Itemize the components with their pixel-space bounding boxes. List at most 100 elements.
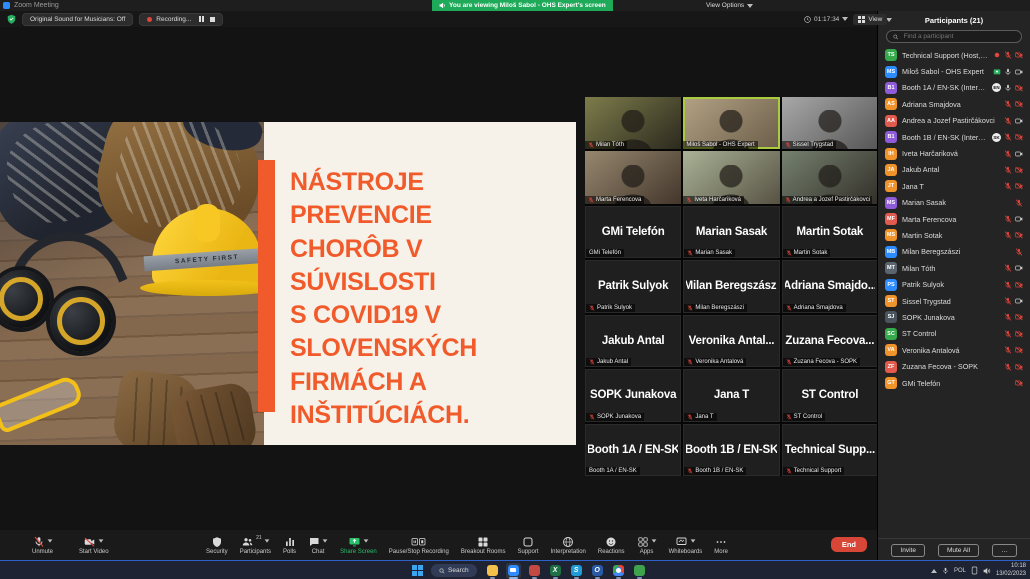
language-indicator[interactable]: POL — [954, 568, 966, 574]
meeting-timer[interactable]: 01:17:34 — [804, 16, 848, 23]
toolbar-breakout-rooms-button[interactable]: Breakout Rooms — [455, 535, 512, 555]
muted-mic-icon — [687, 468, 693, 474]
outlook-icon[interactable]: O — [590, 563, 605, 579]
video-tile[interactable]: Andrea a Jozef Pastirčákovci — [782, 151, 878, 203]
participant-row[interactable]: TS Technical Support (Host, me) — [878, 47, 1030, 63]
search-input[interactable] — [902, 32, 1015, 41]
mute-all-button[interactable]: Mute All — [938, 544, 979, 557]
meeting-shield-icon[interactable] — [7, 14, 16, 24]
participant-row[interactable]: GT GMi Telefón — [878, 375, 1030, 391]
toolbar-interpretation-button[interactable]: Interpretation — [545, 535, 592, 555]
ear-muff-image — [0, 270, 50, 328]
speaker-icon[interactable] — [983, 567, 991, 575]
skype-icon[interactable]: S — [569, 563, 584, 579]
toolbar-share-screen-button[interactable]: Share Screen — [334, 535, 383, 555]
participant-row[interactable]: AA Andrea a Jozef Pastirčákovci — [878, 113, 1030, 129]
participant-row[interactable]: JA Jakub Antal — [878, 162, 1030, 178]
video-tile[interactable]: Marian Sasak Marian Sasak — [683, 206, 779, 258]
video-tile[interactable]: Booth 1B / EN-SK Booth 1B / EN-SK — [683, 424, 779, 476]
taskbar-search[interactable]: Search — [431, 564, 477, 577]
device-icon[interactable] — [971, 566, 978, 575]
notes-app-icon[interactable] — [632, 563, 647, 579]
participant-row[interactable]: B1 Booth 1A / EN-SK (Interpreter) EN — [878, 80, 1030, 96]
participant-row[interactable]: VA Veronika Antalová — [878, 342, 1030, 358]
video-tile[interactable]: SOPK Junakova SOPK Junakova — [585, 369, 681, 421]
video-tile[interactable]: Jana T Jana T — [683, 369, 779, 421]
participant-row[interactable]: MS Marian Sasak — [878, 195, 1030, 211]
participant-name: Miloš Sabol - OHS Expert — [902, 67, 988, 76]
participant-row[interactable]: SJ SOPK Junakova — [878, 309, 1030, 325]
participant-row[interactable]: AS Adriana Smajdova — [878, 96, 1030, 112]
toolbar-reactions-button[interactable]: Reactions — [592, 535, 631, 555]
video-tile[interactable]: Sissel Trygstad — [782, 97, 878, 149]
original-sound-toggle[interactable]: Original Sound for Musicians: Off — [22, 13, 133, 26]
video-tile[interactable]: Zuzana Fecova... Zuzana Fecova - SOPK — [782, 315, 878, 367]
media-app-icon[interactable] — [527, 563, 542, 579]
more-options-button[interactable]: … — [992, 544, 1017, 557]
participant-row[interactable]: IH Iveta Harčariková — [878, 145, 1030, 161]
participant-row[interactable]: MT Milan Tóth — [878, 260, 1030, 276]
participant-row[interactable]: PS Patrik Sulyok — [878, 276, 1030, 292]
video-tile[interactable]: Booth 1A / EN-SK Booth 1A / EN-SK — [585, 424, 681, 476]
chevron-down-icon — [747, 4, 753, 8]
view-options-button[interactable]: View Options — [700, 0, 759, 11]
video-tile[interactable]: Martin Sotak Martin Sotak — [782, 206, 878, 258]
zoom-icon[interactable] — [506, 563, 521, 579]
participant-row[interactable]: MS Miloš Sabol - OHS Expert — [878, 63, 1030, 79]
tile-name-label: Iveta Harčariková — [683, 196, 744, 204]
video-tile[interactable]: Milan Tóth — [585, 97, 681, 149]
video-tile[interactable]: Veronika Antal... Veronika Antalová — [683, 315, 779, 367]
start-button-icon[interactable] — [412, 565, 423, 576]
video-tile[interactable]: Iveta Harčariková — [683, 151, 779, 203]
toolbar-participants-button[interactable]: 21 Participants — [234, 535, 277, 555]
video-tile[interactable]: Technical Supp... Technical Support — [782, 424, 878, 476]
participant-row[interactable]: SC ST Control — [878, 326, 1030, 342]
end-meeting-button[interactable]: End — [831, 537, 867, 552]
pause-recording-icon[interactable] — [199, 16, 204, 22]
excel-icon[interactable]: X — [548, 563, 563, 579]
video-tile[interactable]: Jakub Antal Jakub Antal — [585, 315, 681, 367]
toolbar-whiteboards-button[interactable]: Whiteboards — [663, 535, 709, 555]
view-layout-button[interactable]: View — [853, 14, 887, 25]
invite-button[interactable]: Invite — [891, 544, 925, 557]
video-tile[interactable]: Miloš Sabol - OHS Expert — [683, 97, 779, 149]
stop-recording-icon[interactable] — [210, 17, 215, 22]
chevron-icon[interactable] — [264, 539, 269, 542]
tray-mic-icon[interactable] — [942, 567, 949, 575]
participant-name: Adriana Smajdova — [902, 100, 999, 109]
video-tile[interactable]: Milan Beregszászi Milan Beregszászi — [683, 260, 779, 312]
video-tile[interactable]: Marta Ferencova — [585, 151, 681, 203]
video-tile[interactable]: ST Control ST Control — [782, 369, 878, 421]
participant-row[interactable]: MF Marta Ferencova — [878, 211, 1030, 227]
taskbar-clock[interactable]: 10:18 13/02/2023 — [996, 563, 1026, 577]
toolbar-start-video-button[interactable]: Start Video — [73, 535, 115, 555]
participant-search-box[interactable] — [886, 30, 1022, 43]
tray-chevron-up-icon[interactable] — [931, 569, 937, 573]
toolbar-support-button[interactable]: Support — [512, 535, 545, 555]
participant-row[interactable]: JT Jana T — [878, 178, 1030, 194]
chrome-icon[interactable] — [611, 563, 626, 579]
participant-row[interactable]: MS Martin Sotak — [878, 227, 1030, 243]
video-tile[interactable]: GMi Telefón GMi Telefón — [585, 206, 681, 258]
video-tile[interactable]: Patrik Sulyok Patrik Sulyok — [585, 260, 681, 312]
toolbar-apps-button[interactable]: Apps — [631, 535, 663, 555]
chevron-icon[interactable] — [47, 539, 52, 542]
participant-row[interactable]: MB Milan Beregszászi — [878, 244, 1030, 260]
participant-row[interactable]: ST Sissel Trygstad — [878, 293, 1030, 309]
video-tile[interactable]: Adriana Smajdo... Adriana Smajdova — [782, 260, 878, 312]
participant-row[interactable]: B1 Booth 1B / EN-SK (Interpreter) SK — [878, 129, 1030, 145]
chevron-icon[interactable] — [323, 539, 328, 542]
toolbar-polls-button[interactable]: Polls — [277, 535, 302, 555]
chevron-icon[interactable] — [691, 539, 696, 542]
chevron-icon[interactable] — [99, 539, 104, 542]
toolbar-chat-button[interactable]: Chat — [302, 535, 334, 555]
chevron-icon[interactable] — [651, 539, 656, 542]
toolbar-security-button[interactable]: Security — [200, 535, 234, 555]
toolbar-unmute-button[interactable]: Unmute — [26, 535, 59, 555]
file-explorer-icon[interactable] — [485, 563, 500, 579]
toolbar-pause-stop-recording-button[interactable]: Pause/Stop Recording — [383, 535, 455, 555]
toolbar-more-button[interactable]: More — [708, 535, 734, 555]
grid-view-icon — [858, 16, 865, 23]
participant-row[interactable]: ZF Zuzana Fecova - SOPK — [878, 358, 1030, 374]
chevron-icon[interactable] — [364, 539, 369, 542]
